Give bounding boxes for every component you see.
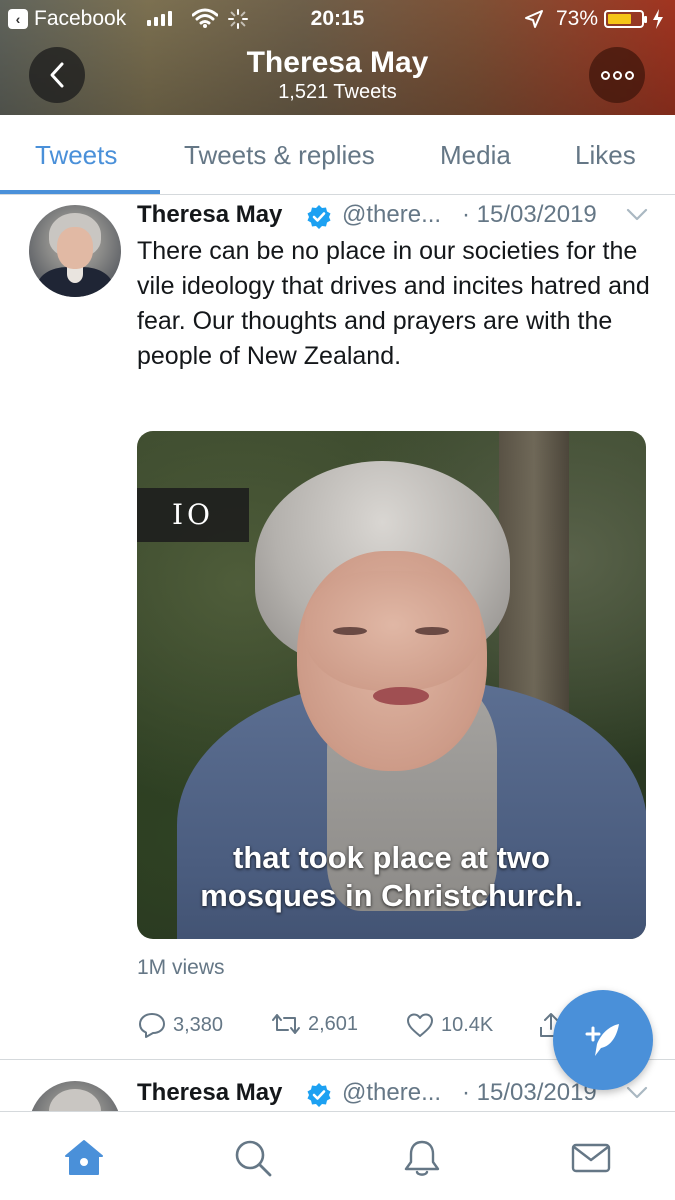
dot-icon	[600, 70, 610, 80]
tweet-author-handle: @there...	[342, 201, 442, 228]
retweet-count: 2,601	[308, 1012, 359, 1035]
reply-count: 3,380	[173, 1013, 224, 1036]
tweet[interactable]: Theresa May @there... · 15/03/2019 There…	[0, 196, 675, 1060]
avatar[interactable]	[29, 1081, 121, 1111]
more-options-button[interactable]	[589, 47, 645, 103]
tab-tweets[interactable]: Tweets	[35, 140, 117, 171]
verified-badge-icon	[307, 1083, 331, 1107]
dot-icon	[624, 70, 634, 80]
compose-feather-icon	[585, 1024, 619, 1056]
like-count: 10.4K	[441, 1013, 494, 1036]
retweet-icon	[272, 1014, 300, 1034]
tweet-author-name[interactable]: Theresa May	[137, 1079, 282, 1107]
mail-icon	[571, 1143, 611, 1173]
tweet-header: Theresa May @there... · 15/03/2019	[137, 201, 657, 233]
bell-icon	[404, 1140, 440, 1176]
avatar[interactable]	[29, 205, 121, 297]
reply-icon	[139, 1013, 165, 1038]
reply-button[interactable]: 3,380	[137, 1011, 223, 1039]
retweet-button[interactable]: 2,601	[270, 1011, 358, 1037]
tab-tweets-and-replies[interactable]: Tweets & replies	[184, 140, 375, 171]
video-caption-line: that took place at two	[233, 840, 550, 875]
tweet-text: There can be no place in our societies f…	[137, 237, 650, 370]
active-tab-indicator	[0, 190, 160, 194]
battery-icon	[604, 10, 647, 28]
profile-tabs: Tweets Tweets & replies Media Likes	[0, 115, 675, 195]
tweet-video[interactable]: IO that took place at two mosques in Chr…	[137, 431, 646, 939]
nav-messages[interactable]	[569, 1136, 613, 1180]
nav-notifications[interactable]	[400, 1136, 444, 1180]
chevron-down-icon[interactable]	[625, 207, 649, 223]
tab-media[interactable]: Media	[440, 140, 511, 171]
video-caption-line: mosques in Christchurch.	[200, 878, 583, 913]
like-button[interactable]: 10.4K	[405, 1011, 493, 1039]
heart-icon	[407, 1013, 433, 1037]
battery-fill	[608, 14, 632, 24]
dot-icon	[612, 70, 622, 80]
bottom-navigation	[0, 1111, 675, 1200]
tweet-author-handle: @there...	[342, 1079, 442, 1106]
profile-name: Theresa May	[246, 46, 429, 79]
tweet-date: · 15/03/2019	[462, 1079, 597, 1106]
view-count: 1M views	[137, 956, 225, 979]
nav-search[interactable]	[231, 1136, 275, 1180]
tab-likes[interactable]: Likes	[575, 140, 636, 171]
charging-bolt-icon	[653, 9, 663, 29]
battery-percent: 73%	[556, 7, 599, 30]
profile-header: ‹ Facebook 20:15 73% Theresa May 1,521 T…	[0, 0, 675, 115]
search-icon	[235, 1140, 272, 1177]
verified-badge-icon	[307, 205, 331, 229]
tweet-author-name[interactable]: Theresa May	[137, 201, 282, 229]
tweet-count: 1,521 Tweets	[278, 81, 397, 103]
nav-home[interactable]	[62, 1136, 106, 1180]
profile-bar: Theresa May 1,521 Tweets	[0, 36, 675, 115]
video-counter-badge: IO	[137, 488, 249, 542]
tweet-date: · 15/03/2019	[462, 201, 597, 228]
home-icon	[65, 1140, 103, 1175]
compose-tweet-button[interactable]	[553, 990, 653, 1090]
chevron-down-icon[interactable]	[625, 1085, 649, 1101]
video-caption: that took place at two mosques in Christ…	[137, 839, 646, 915]
status-bar: ‹ Facebook 20:15 73%	[0, 0, 675, 36]
location-arrow-icon	[525, 10, 543, 28]
